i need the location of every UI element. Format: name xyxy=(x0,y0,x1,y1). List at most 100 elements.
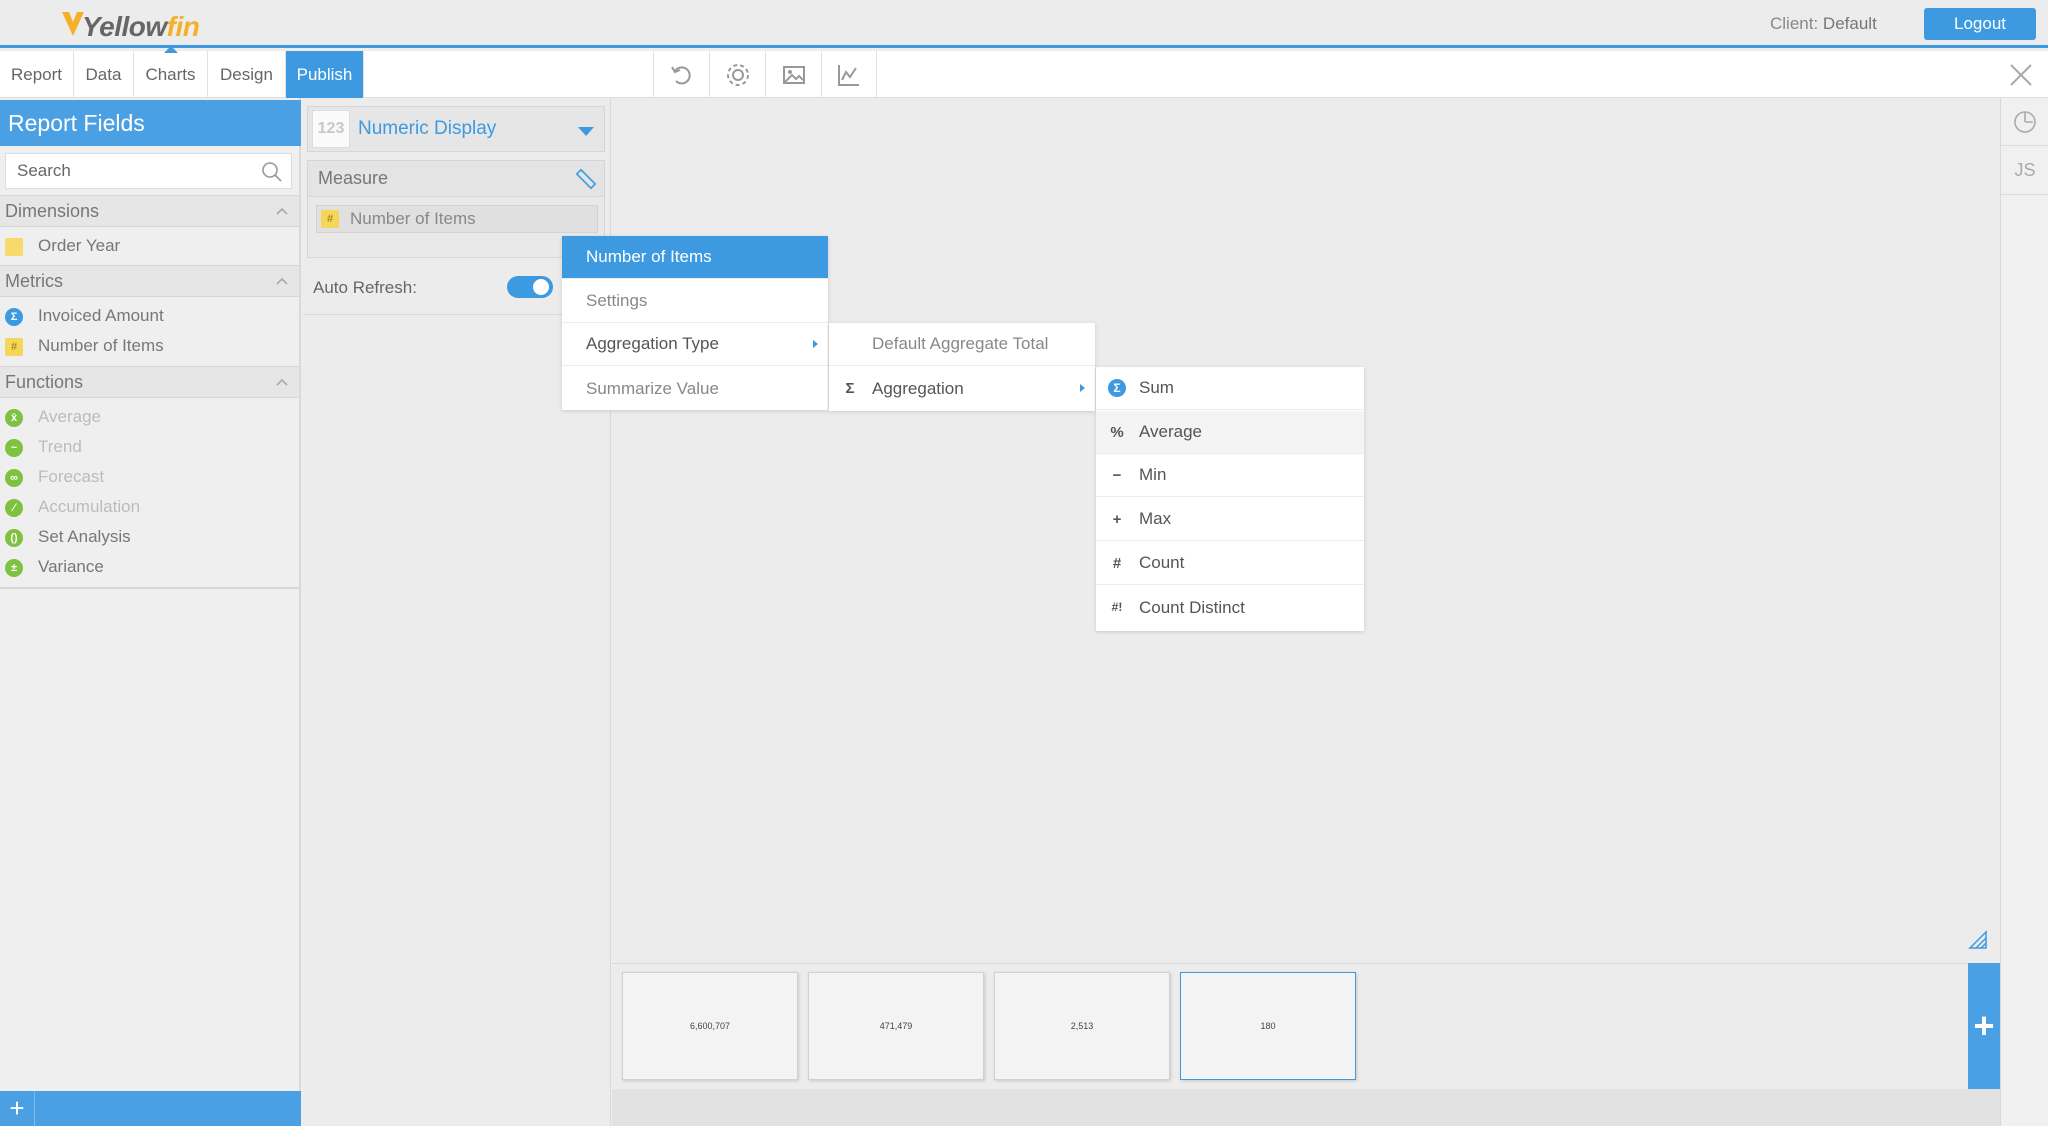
function-set-analysis[interactable]: () Set Analysis xyxy=(0,523,299,551)
report-fields-title: Report Fields xyxy=(0,100,301,146)
function-variance[interactable]: ± Variance xyxy=(0,553,299,581)
plus-icon: + xyxy=(1112,510,1122,528)
search-placeholder: Search xyxy=(17,161,71,180)
minus-icon: − xyxy=(1112,466,1122,484)
menu-item-field-name[interactable]: Number of Items xyxy=(562,236,828,279)
function-label: Average xyxy=(38,407,102,426)
chevron-up-icon[interactable] xyxy=(275,274,289,288)
chevron-up-icon[interactable] xyxy=(275,375,289,389)
chart-thumbnail[interactable]: 471,479 xyxy=(808,972,984,1080)
field-invoiced-amount[interactable]: Σ Invoiced Amount xyxy=(0,302,299,330)
chart-type-select[interactable]: 123 Numeric Display xyxy=(307,106,605,152)
tab-design[interactable]: Design xyxy=(208,51,286,98)
right-side-bar: JS xyxy=(2000,98,2048,1126)
clock-icon xyxy=(2014,110,2036,133)
menu-item-count[interactable]: # Count xyxy=(1096,542,1364,585)
menu-item-summarize-value[interactable]: Summarize Value xyxy=(562,367,828,410)
menu-item-sum[interactable]: Σ Sum xyxy=(1096,367,1364,410)
function-label: Set Analysis xyxy=(38,527,131,546)
field-label: Order Year xyxy=(38,236,121,255)
javascript-button[interactable]: JS xyxy=(2001,147,2048,195)
tab-publish[interactable]: Publish xyxy=(286,51,364,98)
set-analysis-function-icon: () xyxy=(5,529,23,547)
dimensions-label: Dimensions xyxy=(5,200,100,221)
menu-item-label: Aggregation xyxy=(872,378,964,398)
submenu-arrow-icon xyxy=(1080,384,1085,392)
chart-thumbnail-selected[interactable]: 180 xyxy=(1180,972,1356,1080)
gear-icon xyxy=(726,63,749,86)
search-icon[interactable] xyxy=(261,161,283,183)
menu-item-label: Aggregation Type xyxy=(586,334,719,353)
bottom-bar xyxy=(612,1089,2000,1126)
undo-button[interactable] xyxy=(653,51,709,98)
measure-label: Measure xyxy=(318,168,389,188)
functions-section-header[interactable]: Functions xyxy=(0,366,299,398)
field-label: Invoiced Amount xyxy=(38,306,164,325)
measure-header: Measure xyxy=(308,161,604,197)
functions-divider xyxy=(0,587,299,589)
sigma-icon: Σ xyxy=(1108,379,1126,397)
menu-item-label: Max xyxy=(1139,509,1172,528)
menu-item-aggregation[interactable]: Σ Aggregation xyxy=(829,367,1095,410)
menu-item-label: Sum xyxy=(1139,378,1174,397)
close-icon[interactable] xyxy=(2006,61,2036,89)
left-panel-footer: + xyxy=(0,1091,301,1126)
chart-thumbnail[interactable]: 2,513 xyxy=(994,972,1170,1080)
menu-item-max[interactable]: + Max xyxy=(1096,498,1364,541)
chart-thumbnail-strip: 6,600,707 471,479 2,513 180 xyxy=(612,963,1968,1089)
menu-item-min[interactable]: − Min xyxy=(1096,454,1364,497)
dimensions-section-header[interactable]: Dimensions xyxy=(0,195,299,227)
function-trend: ~ Trend xyxy=(0,433,299,461)
yellowfin-logo[interactable]: Yellowfin xyxy=(60,6,200,42)
caret-down-icon[interactable] xyxy=(578,127,594,136)
menu-item-label: Count Distinct xyxy=(1139,597,1245,617)
menu-item-count-distinct[interactable]: #! Count Distinct xyxy=(1096,586,1364,629)
hash-icon: # xyxy=(1112,554,1122,572)
aggregation-type-submenu: Default Aggregate Total Σ Aggregation xyxy=(829,323,1095,411)
client-prefix: Client: xyxy=(1770,14,1819,33)
aggregation-options-submenu: Σ Sum % Average − Min + Max # Count #! C… xyxy=(1096,367,1364,631)
logout-button[interactable]: Logout xyxy=(1924,8,2036,40)
function-average: x̄ Average xyxy=(0,403,299,431)
tab-report[interactable]: Report xyxy=(0,51,74,98)
menu-item-settings[interactable]: Settings xyxy=(562,280,828,323)
field-order-year[interactable]: Order Year xyxy=(0,232,299,260)
auto-refresh-toggle[interactable] xyxy=(507,276,553,298)
accumulation-function-icon: ⁄ xyxy=(5,499,23,517)
menu-item-average[interactable]: % Average xyxy=(1096,411,1364,454)
measure-drop-zone[interactable]: Measure # Number of Items xyxy=(307,160,605,258)
field-search-input[interactable]: Search xyxy=(5,153,292,189)
add-chart-button[interactable]: + xyxy=(1968,963,2000,1089)
trend-function-icon: ~ xyxy=(5,439,23,457)
resize-handle-icon[interactable] xyxy=(1968,930,1988,950)
chart-thumbnail[interactable]: 6,600,707 xyxy=(622,972,798,1080)
submenu-arrow-icon xyxy=(813,340,818,348)
menu-item-aggregation-type[interactable]: Aggregation Type xyxy=(562,323,828,366)
menu-item-default-aggregate[interactable]: Default Aggregate Total xyxy=(829,323,1095,366)
forecast-function-icon: ∞ xyxy=(5,469,23,487)
add-field-button[interactable]: + xyxy=(0,1091,35,1126)
undo-icon xyxy=(670,65,691,84)
logo-text: Yellowfin xyxy=(82,11,200,42)
average-function-icon: x̄ xyxy=(5,409,23,427)
client-name: Default xyxy=(1822,14,1877,33)
menu-item-label: Min xyxy=(1139,465,1167,484)
image-button[interactable] xyxy=(765,51,821,98)
measure-field-pill[interactable]: # Number of Items xyxy=(316,205,598,233)
tab-data[interactable]: Data xyxy=(74,51,134,98)
function-accumulation: ⁄ Accumulation xyxy=(0,493,299,521)
auto-refresh-label: Auto Refresh: xyxy=(313,278,417,297)
ruler-icon[interactable] xyxy=(574,167,598,191)
tab-charts[interactable]: Charts xyxy=(134,51,208,98)
refresh-timer-button[interactable] xyxy=(2001,98,2048,146)
metrics-section-header[interactable]: Metrics xyxy=(0,265,299,297)
settings-button[interactable] xyxy=(709,51,765,98)
function-label: Variance xyxy=(38,557,104,576)
numeric-display-icon: 123 xyxy=(312,110,350,148)
chevron-up-icon[interactable] xyxy=(275,204,289,218)
field-number-of-items[interactable]: # Number of Items xyxy=(0,332,299,360)
field-context-menu: Number of Items Settings Aggregation Typ… xyxy=(562,236,828,410)
chart-button[interactable] xyxy=(821,51,877,98)
function-forecast: ∞ Forecast xyxy=(0,463,299,491)
report-fields-panel: Report Fields Search Dimensions Order Ye… xyxy=(0,98,301,1126)
